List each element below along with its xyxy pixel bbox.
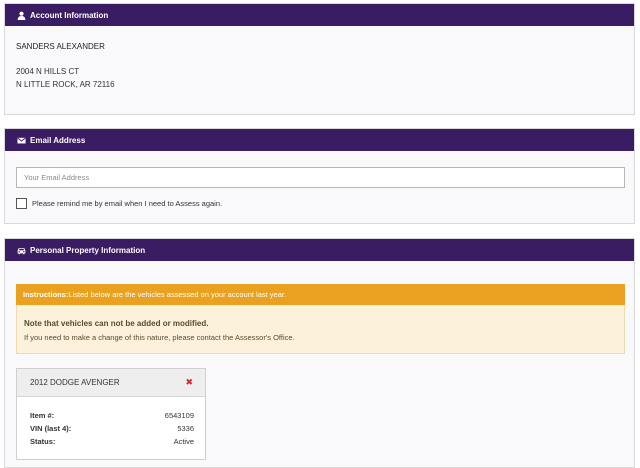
remove-vehicle-icon[interactable]: ✖ [185, 378, 193, 387]
personal-property-panel: Personal Property Information Instructio… [4, 238, 635, 468]
email-address-header: Email Address [5, 129, 634, 151]
item-number-value: 6543109 [164, 411, 194, 420]
address-line-2: N LITTLE ROCK, AR 72116 [16, 80, 115, 89]
account-information-panel: Account Information SANDERS ALEXANDER 20… [4, 3, 635, 115]
vehicle-card-header: 2012 DODGE AVENGER ✖ [17, 369, 205, 397]
instructions-text: Listed below are the vehicles assessed o… [68, 290, 287, 299]
personal-property-title: Personal Property Information [30, 245, 146, 255]
address-line-1: 2004 N HILLS CT [16, 67, 80, 76]
vin-label: VIN (last 4): [30, 424, 72, 433]
user-icon [16, 10, 26, 20]
car-icon [16, 245, 26, 255]
remind-me-label[interactable]: Please remind me by email when I need to… [32, 199, 222, 208]
vehicle-notice: Note that vehicles can not be added or m… [16, 305, 625, 354]
item-number-label: Item #: [30, 411, 55, 420]
vehicle-title: 2012 DODGE AVENGER [30, 378, 120, 387]
status-label: Status: [30, 437, 56, 446]
email-address-panel: Email Address Please remind me by email … [4, 128, 635, 224]
vehicle-card: 2012 DODGE AVENGER ✖ Item #: 6543109 VIN… [16, 368, 206, 460]
email-address-title: Email Address [30, 135, 86, 145]
account-information-header: Account Information [5, 4, 634, 26]
account-owner-name: SANDERS ALEXANDER [16, 42, 105, 51]
vehicle-notice-title: Note that vehicles can not be added or m… [24, 319, 209, 328]
status-value: Active [173, 437, 194, 446]
envelope-icon [16, 135, 26, 145]
remind-me-row[interactable]: Please remind me by email when I need to… [16, 198, 222, 209]
remind-me-checkbox[interactable] [16, 198, 27, 209]
vehicle-status-row: Status: Active [30, 437, 194, 446]
vehicle-item-row: Item #: 6543109 [30, 411, 194, 420]
email-input[interactable] [16, 167, 625, 188]
account-information-title: Account Information [30, 10, 109, 20]
vin-value: 5336 [177, 424, 194, 433]
instructions-label: Instructions: [23, 290, 69, 299]
vehicle-notice-text: If you need to make a change of this nat… [24, 333, 295, 342]
personal-property-header: Personal Property Information [5, 239, 634, 261]
instructions-banner: Instructions: Listed below are the vehic… [16, 284, 625, 305]
vehicle-vin-row: VIN (last 4): 5336 [30, 424, 194, 433]
